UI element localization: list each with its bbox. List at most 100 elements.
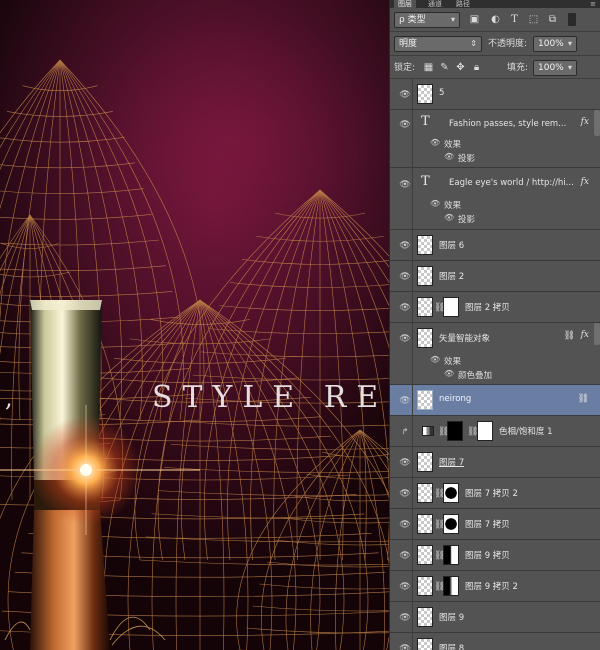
layer-name[interactable]: 图层 8 — [439, 642, 464, 650]
layer-mask-thumbnail[interactable] — [443, 297, 459, 317]
layer-effects-fx-icon[interactable]: fx — [581, 330, 589, 340]
layer-mask-thumbnail[interactable] — [443, 483, 459, 503]
effect-eye-icon[interactable]: 👁︎ — [444, 369, 454, 378]
link-chain-icon[interactable]: ⛓︎ — [438, 427, 449, 437]
link-chain-icon[interactable]: ⛓︎ — [467, 427, 478, 437]
layer-name[interactable]: 图层 7 拷贝 2 — [465, 487, 518, 499]
visibility-eye-icon[interactable]: 👁︎ — [398, 334, 412, 344]
layer-name[interactable]: 图层 2 拷贝 — [465, 301, 510, 313]
visibility-eye-icon[interactable]: 👁︎ — [398, 272, 412, 282]
pixel-filter-icon[interactable]: ▣ — [468, 13, 481, 26]
blend-mode-dropdown[interactable]: 明度 ⇕ — [394, 36, 482, 52]
visibility-eye-icon[interactable]: 👁︎ — [398, 613, 412, 623]
layer-row[interactable]: 👁︎ ⛓︎ 图层 2 拷贝 — [390, 292, 600, 323]
panel-scrollbar[interactable] — [594, 110, 600, 136]
link-chain-icon[interactable]: ⛓︎ — [434, 489, 445, 499]
adjustment-filter-icon[interactable]: ◐ — [489, 13, 502, 26]
layer-row-selected[interactable]: 👁︎ neirong ⛓︎ — [390, 385, 600, 416]
layer-mask-thumbnail[interactable] — [443, 514, 459, 534]
visibility-eye-icon[interactable]: 👁︎ — [398, 582, 412, 592]
layer-row[interactable]: 👁︎ T Eagle eye's world / http://hi... fx… — [390, 168, 600, 230]
link-chain-icon[interactable]: ⛓︎ — [434, 520, 445, 530]
layer-row[interactable]: 👁︎ ⛓︎ 图层 7 拷贝 — [390, 509, 600, 540]
layer-filter-dropdown[interactable]: ρ 类型 ▾ — [394, 12, 460, 28]
layer-effects-fx-icon[interactable]: fx — [581, 177, 589, 187]
effects-label: 效果 — [444, 357, 462, 367]
visibility-eye-icon[interactable]: 👁︎ — [398, 241, 412, 251]
visibility-eye-icon[interactable]: 👁︎ — [398, 458, 412, 468]
panel-scrollbar-thumb[interactable] — [594, 323, 600, 345]
layer-row[interactable]: 👁︎ 矢量智能对象 ⛓︎ fx 👁︎ 效果 👁︎ 颜色叠加 — [390, 323, 600, 385]
visibility-eye-icon[interactable]: 👁︎ — [398, 644, 412, 650]
effect-drop-shadow-label[interactable]: 投影 — [458, 152, 475, 164]
visibility-eye-icon[interactable]: 👁︎ — [398, 520, 412, 530]
layer-name[interactable]: 图层 9 拷贝 2 — [465, 580, 518, 592]
layer-row[interactable]: 👁︎ 图层 2 — [390, 261, 600, 292]
opacity-input[interactable]: 100% ▾ — [533, 36, 577, 52]
layer-row[interactable]: 👁︎ 图层 7 — [390, 447, 600, 478]
link-icon[interactable]: ⛓︎ — [564, 331, 575, 341]
document-canvas[interactable]: , STYLE REMAI — [0, 0, 389, 650]
lock-position-icon[interactable]: ✥ — [454, 61, 467, 74]
layer-name[interactable]: 图层 9 — [439, 611, 464, 623]
layer-row[interactable]: 👁︎ 图层 9 — [390, 602, 600, 633]
link-chain-icon[interactable]: ⛓︎ — [434, 551, 445, 561]
link-icon[interactable]: ⛓︎ — [578, 394, 589, 404]
row-divider — [412, 540, 413, 570]
layer-name[interactable]: 矢量智能对象 — [439, 332, 490, 344]
layer-name[interactable]: 5 — [439, 88, 444, 98]
lock-brush-icon[interactable]: ✎ — [438, 61, 451, 74]
tab-paths[interactable]: 路径 — [452, 0, 474, 8]
fill-input[interactable]: 100% ▾ — [533, 60, 577, 76]
layer-mask-thumbnail[interactable] — [447, 421, 463, 441]
visibility-eye-icon[interactable]: 👁︎ — [398, 303, 412, 313]
effect-drop-shadow-label[interactable]: 投影 — [458, 213, 475, 225]
effect-eye-icon[interactable]: 👁︎ — [430, 199, 440, 208]
layer-name[interactable]: 图层 7 — [439, 456, 464, 468]
lock-transparency-icon[interactable]: ▦ — [422, 61, 435, 74]
layer-row[interactable]: ↱ ⛓︎ ⛓︎ 色相/饱和度 1 — [390, 416, 600, 447]
layer-name[interactable]: 图层 2 — [439, 270, 464, 282]
visibility-eye-icon[interactable]: 👁︎ — [398, 489, 412, 499]
panel-menu-icon[interactable]: ≡ — [590, 0, 596, 8]
effect-eye-icon[interactable]: 👁︎ — [444, 213, 454, 222]
layer-row[interactable]: 👁︎ 图层 6 — [390, 230, 600, 261]
layer-mask-thumbnail[interactable] — [443, 576, 459, 596]
layer-mask-thumbnail[interactable] — [443, 545, 459, 565]
link-chain-icon[interactable]: ⛓︎ — [434, 582, 445, 592]
visibility-eye-icon[interactable]: 👁︎ — [398, 90, 412, 100]
shape-filter-icon[interactable]: ⬚ — [527, 13, 540, 26]
smart-object-filter-icon[interactable]: ⧉ — [546, 13, 559, 26]
tab-channels[interactable]: 通道 — [424, 0, 446, 8]
filter-toggle-switch[interactable] — [568, 13, 576, 26]
layer-name[interactable]: Fashion passes, style rem... — [449, 119, 574, 129]
layer-row[interactable]: 👁︎ T Fashion passes, style rem... fx 👁︎ … — [390, 110, 600, 168]
layer-name[interactable]: 色相/饱和度 1 — [499, 425, 552, 437]
chevron-down-icon: ▾ — [450, 15, 455, 24]
layer-name[interactable]: 图层 7 拷贝 — [465, 518, 510, 530]
effect-eye-icon[interactable]: 👁︎ — [444, 152, 454, 161]
layer-row[interactable]: 👁︎ ⛓︎ 图层 7 拷贝 2 — [390, 478, 600, 509]
effect-eye-icon[interactable]: 👁︎ — [430, 138, 440, 147]
layer-row[interactable]: 👁︎ ⛓︎ 图层 9 拷贝 2 — [390, 571, 600, 602]
visibility-eye-icon[interactable]: 👁︎ — [398, 396, 412, 406]
opacity-value: 100% — [538, 39, 564, 49]
lock-all-icon[interactable]: 🔒︎ — [470, 61, 483, 74]
layer-row[interactable]: 👁︎ 图层 8 — [390, 633, 600, 650]
layer-mask-thumbnail[interactable] — [477, 421, 493, 441]
tab-layers[interactable]: 图层 — [394, 0, 416, 8]
layer-name[interactable]: Eagle eye's world / http://hi... — [449, 178, 577, 188]
visibility-eye-icon[interactable]: 👁︎ — [398, 180, 412, 190]
layer-name[interactable]: 图层 6 — [439, 239, 464, 251]
layer-effects-fx-icon[interactable]: fx — [581, 117, 589, 127]
link-chain-icon[interactable]: ⛓︎ — [434, 303, 445, 313]
effect-eye-icon[interactable]: 👁︎ — [430, 355, 440, 364]
layer-row[interactable]: 👁︎ ⛓︎ 图层 9 拷贝 — [390, 540, 600, 571]
type-filter-icon[interactable]: T — [508, 13, 521, 26]
layer-name[interactable]: 图层 9 拷贝 — [465, 549, 510, 561]
layer-row[interactable]: 👁︎ 5 — [390, 79, 600, 110]
effect-color-overlay-label[interactable]: 颜色叠加 — [458, 369, 492, 381]
visibility-eye-icon[interactable]: 👁︎ — [398, 551, 412, 561]
layer-name[interactable]: neirong — [439, 394, 471, 404]
visibility-eye-icon[interactable]: 👁︎ — [398, 120, 412, 130]
